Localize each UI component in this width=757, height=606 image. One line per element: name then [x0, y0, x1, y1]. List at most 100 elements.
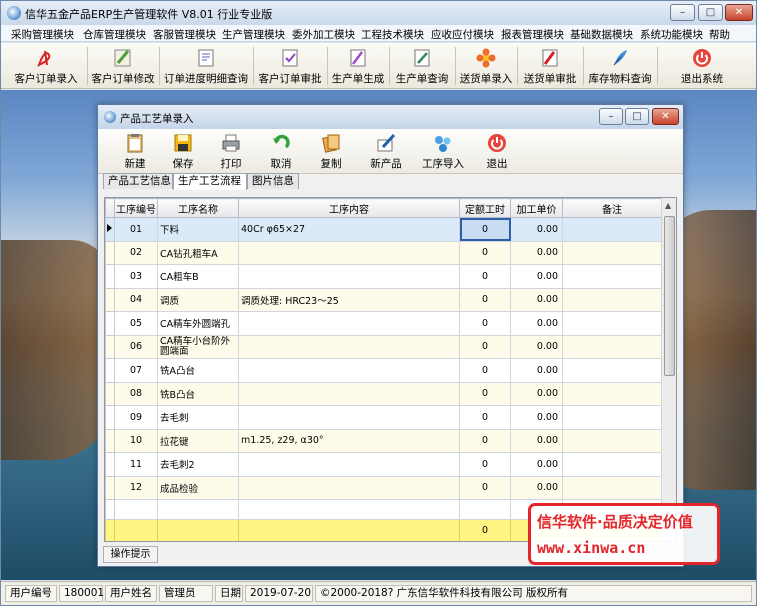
cell-price[interactable]: 0.00 — [510, 287, 563, 312]
table-row[interactable]: 05 CA精车外圆端孔 0 0.00 — [105, 311, 662, 336]
exit-system-button[interactable]: 退出系统 — [671, 45, 733, 87]
new-product-button[interactable]: 新产品 — [366, 130, 406, 172]
tab-process-flow[interactable]: 生产工艺流程 — [173, 173, 247, 190]
cell-name[interactable]: 成品检验 — [157, 475, 239, 500]
cell-hours[interactable]: 0 — [459, 475, 511, 500]
cell-name[interactable]: 下料 — [157, 217, 239, 242]
table-row[interactable]: 04 调质 调质处理: HRC23～25 0 0.00 — [105, 287, 662, 312]
scroll-thumb[interactable] — [664, 216, 675, 376]
cell-hours[interactable]: 0 — [459, 264, 511, 289]
cell-note[interactable] — [562, 240, 662, 265]
cell-hours[interactable]: 0 — [459, 358, 511, 383]
col-header-content[interactable]: 工序内容 — [238, 198, 460, 218]
table-row[interactable]: 02 CA钻孔粗车A 0 0.00 — [105, 240, 662, 265]
menu-engineering[interactable]: 工程技术模块 — [361, 27, 424, 42]
col-header-hours[interactable]: 定额工时 — [459, 198, 511, 218]
production-order-generate-button[interactable]: 生产单生成 — [329, 45, 387, 87]
cell-note[interactable] — [562, 381, 662, 406]
order-approve-button[interactable]: 客户订单审批 — [255, 45, 325, 87]
cell-price[interactable]: 0.00 — [510, 264, 563, 289]
menu-production[interactable]: 生产管理模块 — [222, 27, 285, 42]
cell-note[interactable] — [562, 475, 662, 500]
menu-receivable-payable[interactable]: 应收应付模块 — [431, 27, 494, 42]
order-edit-button[interactable]: 客户订单修改 — [89, 45, 157, 87]
col-header-note[interactable]: 备注 — [562, 198, 662, 218]
process-import-button[interactable]: 工序导入 — [420, 130, 466, 172]
table-row[interactable]: 03 CA粗车B 0 0.00 — [105, 264, 662, 289]
child-close-button[interactable]: ✕ — [652, 108, 679, 125]
delivery-approve-button[interactable]: 送货单审批 — [519, 45, 581, 87]
cell-name[interactable]: CA粗车B — [157, 264, 239, 289]
cell-no[interactable]: 05 — [114, 311, 158, 336]
minimize-button[interactable]: – — [670, 4, 695, 21]
order-entry-button[interactable]: 客户订单录入 — [7, 45, 85, 87]
cell-name[interactable]: 去毛刺 — [157, 405, 239, 430]
menu-reports[interactable]: 报表管理模块 — [501, 27, 564, 42]
exit-button[interactable]: 退出 — [480, 130, 514, 172]
cell-content[interactable] — [238, 405, 460, 430]
menu-help[interactable]: 帮助 — [709, 27, 730, 42]
menu-basic-data[interactable]: 基础数据模块 — [570, 27, 633, 42]
print-button[interactable]: 打印 — [214, 130, 248, 172]
cell-no[interactable]: 09 — [114, 405, 158, 430]
cell-price[interactable]: 0.00 — [510, 452, 563, 477]
scroll-up-icon[interactable]: ▲ — [665, 201, 671, 210]
cell-price[interactable]: 0.00 — [510, 428, 563, 453]
cell-hours[interactable]: 0 — [459, 452, 511, 477]
cell-hours[interactable]: 0 — [459, 428, 511, 453]
cell-content[interactable] — [238, 475, 460, 500]
menu-warehouse[interactable]: 仓库管理模块 — [83, 27, 146, 42]
child-minimize-button[interactable]: – — [599, 108, 623, 125]
delivery-entry-button[interactable]: 送货单录入 — [457, 45, 515, 87]
cell-hours[interactable]: 0 — [459, 217, 511, 242]
cell-no[interactable]: 06 — [114, 334, 158, 359]
cell-name[interactable]: CA精车外圆端孔 — [157, 311, 239, 336]
cell-name[interactable]: 铣B凸台 — [157, 381, 239, 406]
cell-name[interactable]: 拉花键 — [157, 428, 239, 453]
cell-hours[interactable]: 0 — [459, 405, 511, 430]
cell-note[interactable] — [562, 405, 662, 430]
cell-content[interactable] — [238, 264, 460, 289]
cell-content[interactable] — [238, 311, 460, 336]
inventory-query-button[interactable]: 库存物料查询 — [585, 45, 655, 87]
cell-note[interactable] — [562, 358, 662, 383]
tab-product-info[interactable]: 产品工艺信息 — [103, 173, 173, 189]
cell-no[interactable]: 04 — [114, 287, 158, 312]
cell-content[interactable] — [238, 240, 460, 265]
table-row[interactable]: 11 去毛刺2 0 0.00 — [105, 452, 662, 477]
menu-customer-service[interactable]: 客服管理模块 — [153, 27, 216, 42]
menu-system[interactable]: 系统功能模块 — [640, 27, 703, 42]
cell-note[interactable] — [562, 452, 662, 477]
cell-name[interactable]: CA钻孔粗车A — [157, 240, 239, 265]
cell-no[interactable]: 02 — [114, 240, 158, 265]
cell-hours[interactable]: 0 — [459, 240, 511, 265]
table-row[interactable]: 06 CA精车小台阶外圆端面 0 0.00 — [105, 334, 662, 359]
close-button[interactable]: ✕ — [725, 4, 753, 21]
cell-no[interactable]: 01 — [114, 217, 158, 242]
col-header-no[interactable]: 工序编号 — [114, 198, 158, 218]
cell-content[interactable]: 40Cr φ65×27 — [238, 217, 460, 242]
order-progress-query-button[interactable]: 订单进度明细查询 — [161, 45, 251, 87]
save-button[interactable]: 保存 — [166, 130, 200, 172]
child-maximize-button[interactable]: □ — [625, 108, 649, 125]
cell-price[interactable]: 0.00 — [510, 405, 563, 430]
empty-cell[interactable] — [238, 499, 460, 520]
col-header-price[interactable]: 加工单价 — [510, 198, 563, 218]
cell-price[interactable]: 0.00 — [510, 240, 563, 265]
new-button[interactable]: 新建 — [118, 130, 152, 172]
cell-no[interactable]: 03 — [114, 264, 158, 289]
cell-content[interactable]: m1.25, z29, α30° — [238, 428, 460, 453]
cell-note[interactable] — [562, 217, 662, 242]
cell-note[interactable] — [562, 287, 662, 312]
empty-cell[interactable] — [114, 499, 158, 520]
table-row[interactable]: 12 成品检验 0 0.00 — [105, 475, 662, 500]
cell-no[interactable]: 11 — [114, 452, 158, 477]
production-order-query-button[interactable]: 生产单查询 — [391, 45, 453, 87]
table-row[interactable]: 10 拉花键 m1.25, z29, α30° 0 0.00 — [105, 428, 662, 453]
cell-hours[interactable]: 0 — [459, 311, 511, 336]
cell-hours[interactable]: 0 — [459, 381, 511, 406]
cell-content[interactable] — [238, 358, 460, 383]
menu-purchase[interactable]: 采购管理模块 — [11, 27, 74, 42]
cell-note[interactable] — [562, 311, 662, 336]
cell-content[interactable]: 调质处理: HRC23～25 — [238, 287, 460, 312]
